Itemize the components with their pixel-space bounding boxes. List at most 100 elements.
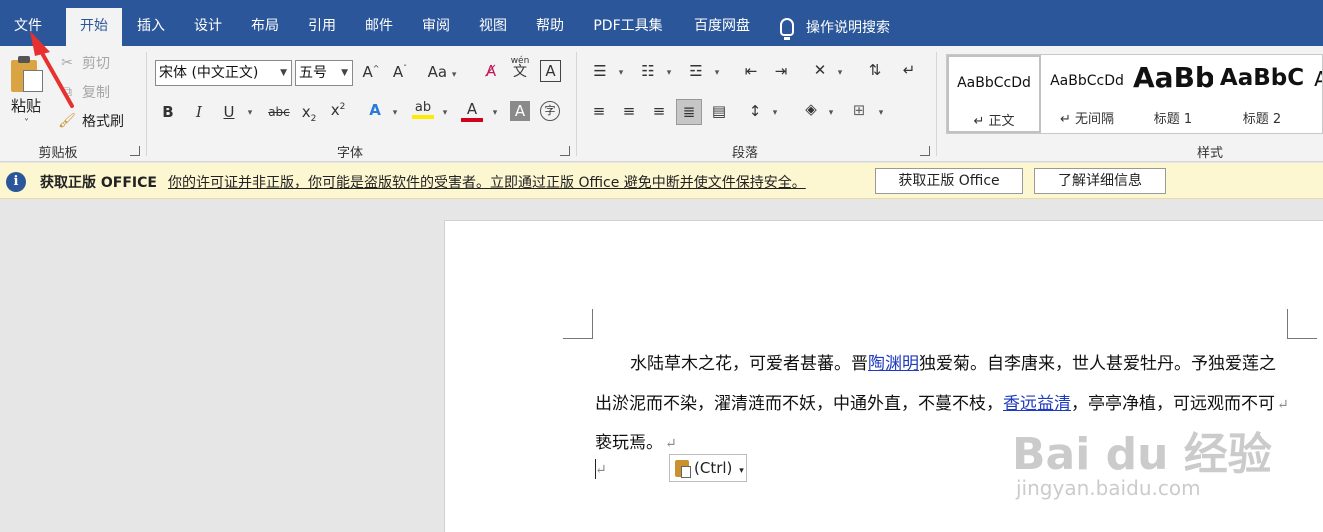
- tab-file[interactable]: 文件: [6, 8, 50, 46]
- info-icon: i: [6, 172, 26, 192]
- chinese-layout-icon[interactable]: ✕: [808, 61, 832, 79]
- chevron-down-icon: ▾: [739, 466, 744, 476]
- chevron-down-icon[interactable]: ▾: [835, 68, 845, 78]
- sort-icon[interactable]: ⇅: [864, 61, 886, 79]
- font-launcher-icon[interactable]: [560, 146, 570, 156]
- tab-design[interactable]: 设计: [183, 8, 233, 46]
- strikethrough-icon[interactable]: abc: [266, 105, 292, 119]
- align-center-icon[interactable]: ≡: [618, 102, 640, 120]
- document-line: 亵玩焉。 ↵: [595, 428, 677, 453]
- clear-formatting-icon[interactable]: A̸: [480, 62, 502, 80]
- text-effects-icon[interactable]: A: [366, 101, 384, 119]
- document-line: ↵: [595, 459, 607, 479]
- font-name-select[interactable]: 宋体 (中文正文) ▼: [155, 60, 292, 86]
- tab-help[interactable]: 帮助: [525, 8, 575, 46]
- chevron-down-icon[interactable]: ▾: [826, 108, 836, 118]
- style-title[interactable]: A: [1311, 55, 1322, 133]
- tab-home[interactable]: 开始: [66, 8, 122, 46]
- tab-baidu-netdisk[interactable]: 百度网盘: [682, 8, 762, 46]
- tab-insert[interactable]: 插入: [126, 8, 176, 46]
- shading-icon[interactable]: ◈: [800, 100, 822, 118]
- hyperlink[interactable]: 陶渊明: [868, 354, 919, 374]
- character-border-icon[interactable]: A: [540, 60, 561, 82]
- bold-icon[interactable]: B: [160, 103, 176, 121]
- justify-icon[interactable]: ≣: [676, 99, 702, 125]
- tab-mailings[interactable]: 邮件: [354, 8, 404, 46]
- chevron-down-icon[interactable]: ▾: [616, 68, 626, 78]
- increase-indent-icon[interactable]: ⇥: [770, 62, 792, 80]
- style-name: 标题 1: [1153, 112, 1193, 127]
- multilevel-list-icon[interactable]: ☲: [684, 62, 708, 80]
- styles-group-label: 样式: [1196, 146, 1223, 161]
- watermark-url: jingyan.baidu.com: [1016, 476, 1201, 500]
- font-name-value: 宋体 (中文正文): [159, 65, 259, 81]
- text-run: ，亭亭净植，可远观而不可: [1071, 394, 1275, 414]
- subscript-icon[interactable]: x2: [300, 103, 318, 124]
- align-left-icon[interactable]: ≡: [588, 102, 610, 120]
- paste-button-label[interactable]: 粘贴: [11, 95, 41, 116]
- learn-more-button[interactable]: 了解详细信息: [1034, 168, 1166, 194]
- enclosed-character-icon[interactable]: 字: [540, 101, 560, 121]
- chevron-down-icon[interactable]: ▾: [245, 108, 255, 118]
- decrease-indent-icon[interactable]: ⇤: [740, 62, 762, 80]
- distributed-icon[interactable]: ▤: [708, 102, 730, 120]
- font-color-icon[interactable]: A: [461, 100, 483, 122]
- phonetic-guide-icon[interactable]: wén 文: [508, 56, 532, 79]
- style-heading-2[interactable]: AaBbC 标题 2: [1219, 55, 1305, 133]
- ribbon: 粘贴 ˅ ✂ 剪切 ⧉ 复制 🖌 格式刷 剪贴板 宋体 (中文正文) ▼ 五号 …: [0, 46, 1323, 162]
- tell-me-search[interactable]: 操作说明搜索: [780, 8, 890, 46]
- clipboard-sheet-icon: [681, 466, 691, 478]
- character-shading-icon[interactable]: A: [510, 101, 530, 121]
- chevron-down-icon[interactable]: ▾: [490, 108, 500, 118]
- chevron-down-icon[interactable]: ▾: [712, 68, 722, 78]
- show-marks-icon[interactable]: ↵: [898, 61, 920, 79]
- chevron-down-icon: ▼: [280, 68, 287, 78]
- format-painter-button[interactable]: 🖌 格式刷: [58, 110, 124, 132]
- font-size-select[interactable]: 五号 ▼: [295, 60, 353, 86]
- watermark-logo: Bai du 经验: [1012, 429, 1272, 480]
- tab-layout[interactable]: 布局: [240, 8, 290, 46]
- chevron-down-icon[interactable]: ▾: [390, 108, 400, 118]
- warning-title: 获取正版 OFFICE: [40, 175, 157, 191]
- style-no-spacing[interactable]: AaBbCcDd ↵ 无间隔: [1041, 55, 1133, 133]
- paste-icon[interactable]: [11, 56, 45, 92]
- text-run: 水陆草木之花，可爱者甚蕃。晋: [630, 354, 868, 374]
- warning-message-link[interactable]: 你的许可证并非正版，你可能是盗版软件的受害者。立即通过正版 Office 避免中…: [168, 172, 806, 192]
- shrink-font-icon[interactable]: Aˇ: [391, 63, 409, 81]
- text-run: 亵玩焉。: [595, 433, 663, 453]
- change-case-button[interactable]: Aa ▾: [424, 63, 460, 81]
- borders-icon[interactable]: ⊞: [848, 101, 870, 119]
- highlight-icon[interactable]: ab: [412, 100, 434, 119]
- document-line: 水陆草木之花，可爱者甚蕃。晋陶渊明独爱菊。自李唐来，世人甚爱牡丹。予独爱莲之: [595, 349, 1276, 374]
- get-genuine-office-button[interactable]: 获取正版 Office: [875, 168, 1023, 194]
- paste-options-button[interactable]: (Ctrl) ▾: [669, 454, 747, 482]
- chevron-down-icon[interactable]: ▾: [440, 108, 450, 118]
- copy-button[interactable]: ⧉ 复制: [58, 81, 110, 103]
- chevron-down-icon[interactable]: ▾: [664, 68, 674, 78]
- chevron-down-icon[interactable]: ▾: [770, 108, 780, 118]
- tab-view[interactable]: 视图: [468, 8, 518, 46]
- style-heading-1[interactable]: AaBb 标题 1: [1133, 55, 1213, 133]
- bullets-icon[interactable]: ☰: [588, 62, 612, 80]
- italic-icon[interactable]: I: [191, 103, 207, 121]
- style-sample: AaBbCcDd: [1050, 73, 1124, 89]
- hyperlink[interactable]: 香远益清: [1003, 394, 1071, 414]
- tab-review[interactable]: 审阅: [411, 8, 461, 46]
- superscript-icon[interactable]: x2: [329, 101, 347, 119]
- style-normal[interactable]: AaBbCcDd ↵ 正文: [947, 55, 1041, 133]
- numbering-icon[interactable]: ☷: [636, 62, 660, 80]
- tab-pdf-tools[interactable]: PDF工具集: [582, 8, 674, 46]
- text-cursor: [595, 459, 596, 479]
- underline-icon[interactable]: U: [221, 103, 237, 121]
- line-spacing-icon[interactable]: ↕: [744, 102, 766, 120]
- grow-font-icon[interactable]: A^: [362, 63, 380, 81]
- align-right-icon[interactable]: ≡: [648, 102, 670, 120]
- cut-button[interactable]: ✂ 剪切: [58, 52, 110, 74]
- text-run: 出淤泥而不染，濯清涟而不妖，中通外直，不蔓不枝，: [595, 394, 1003, 414]
- chevron-down-icon[interactable]: ▾: [876, 108, 886, 118]
- paragraph-launcher-icon[interactable]: [920, 146, 930, 156]
- tab-references[interactable]: 引用: [297, 8, 347, 46]
- document-line: 出淤泥而不染，濯清涟而不妖，中通外直，不蔓不枝，香远益清，亭亭净植，可远观而不可…: [595, 389, 1289, 414]
- clipboard-launcher-icon[interactable]: [130, 146, 140, 156]
- paste-dropdown-icon[interactable]: ˅: [24, 118, 29, 129]
